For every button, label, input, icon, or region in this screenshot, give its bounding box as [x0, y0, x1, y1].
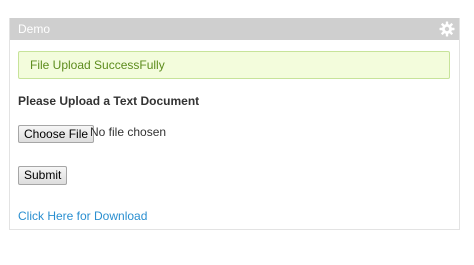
download-link[interactable]: Click Here for Download	[18, 209, 147, 223]
choose-file-button[interactable]: Choose File	[18, 125, 95, 143]
panel-title: Demo	[18, 22, 51, 36]
success-alert: File Upload SuccessFully	[18, 51, 450, 79]
demo-panel: Demo File Upload SuccessFully Please Upl…	[9, 18, 460, 230]
file-status: No file chosen	[90, 125, 167, 139]
gear-icon[interactable]	[439, 21, 455, 37]
alert-message: File Upload SuccessFully	[30, 58, 165, 72]
upload-label: Please Upload a Text Document	[18, 94, 200, 108]
submit-button[interactable]: Submit	[18, 166, 68, 185]
panel-header: Demo	[10, 18, 459, 40]
